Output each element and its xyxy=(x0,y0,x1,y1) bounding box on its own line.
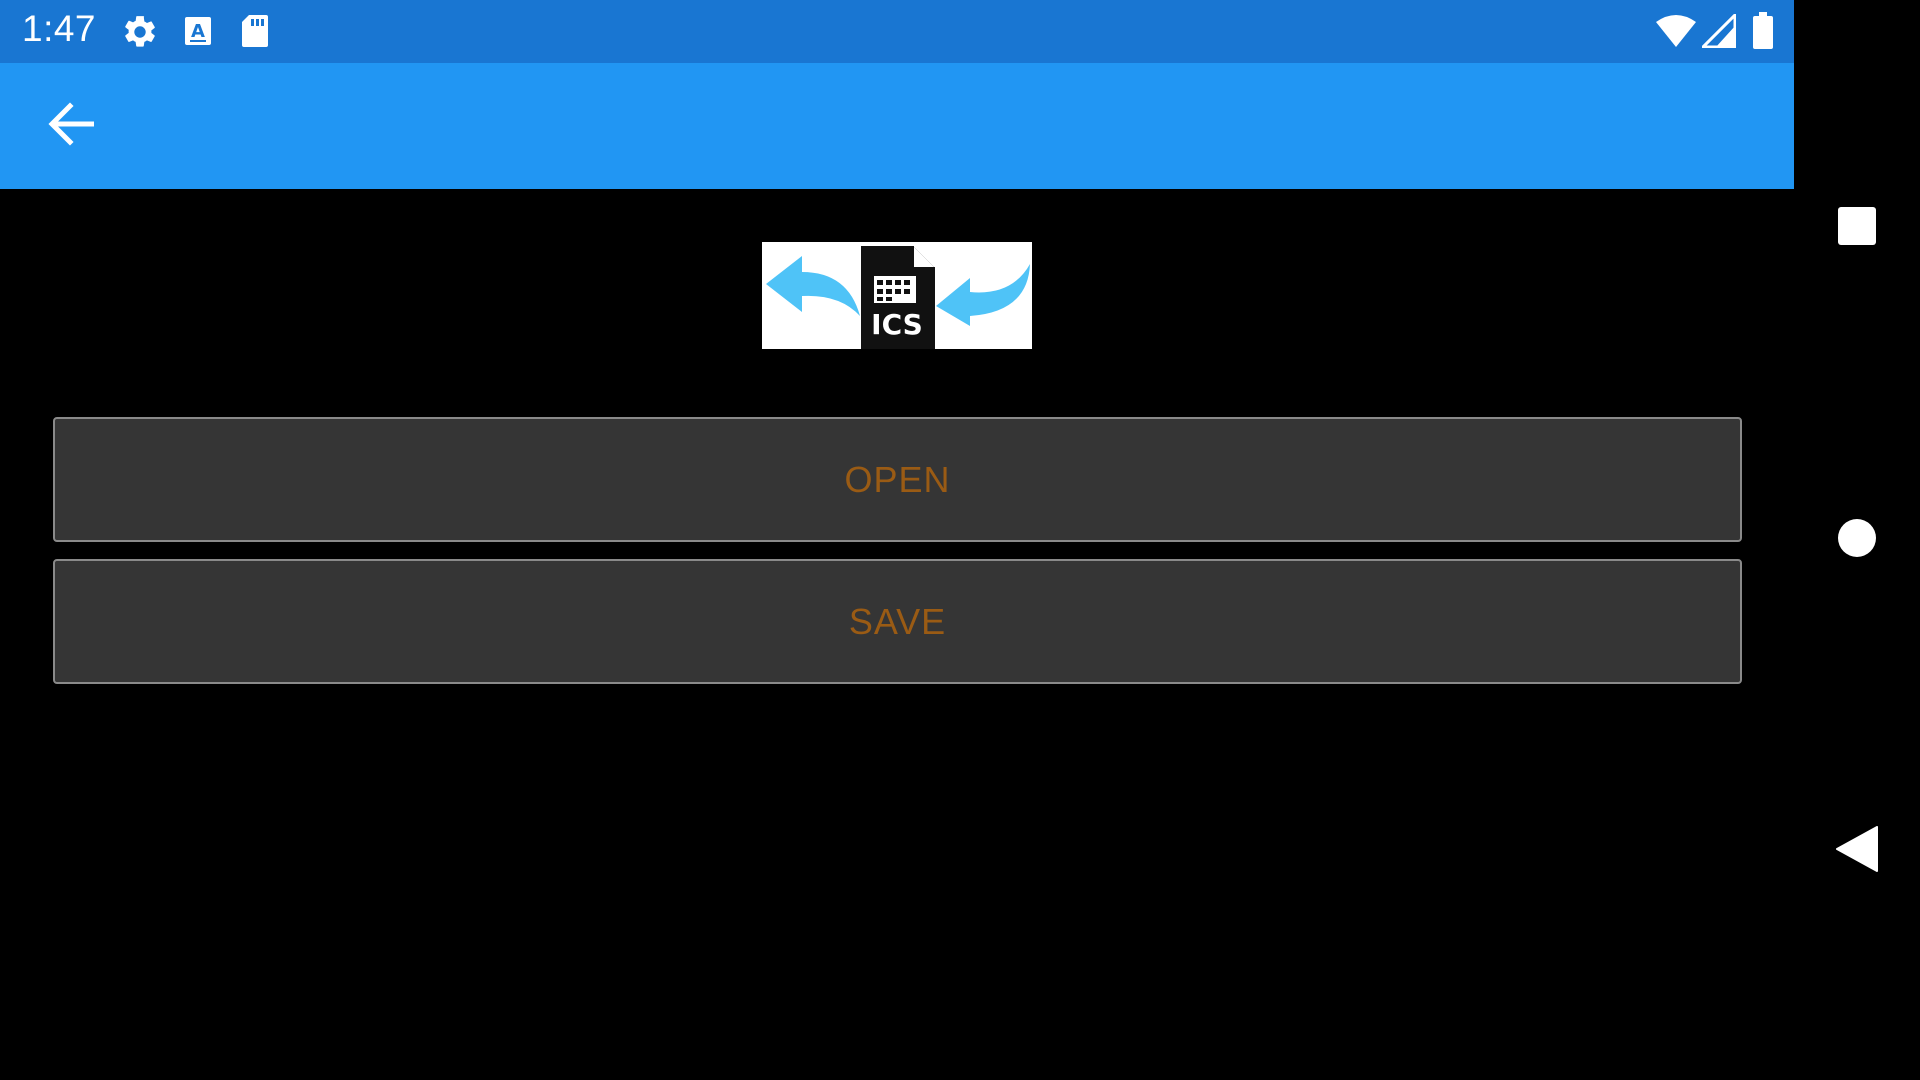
arrow-left-icon xyxy=(764,250,860,325)
text-a-icon: A xyxy=(184,16,212,51)
main-content: ICS OPEN SAVE xyxy=(0,189,1794,1080)
open-button[interactable]: OPEN xyxy=(53,417,1742,542)
nav-back-button[interactable] xyxy=(1794,791,1920,911)
recents-square-icon xyxy=(1837,206,1877,251)
navigation-bar xyxy=(1794,0,1920,1080)
wifi-icon xyxy=(1656,14,1696,53)
svg-text:A: A xyxy=(191,21,205,42)
gear-icon xyxy=(121,13,159,56)
battery-icon xyxy=(1752,12,1774,55)
status-time: 1:47 xyxy=(22,8,97,49)
app-logo: ICS xyxy=(762,242,1032,349)
home-circle-icon xyxy=(1837,518,1877,563)
back-button[interactable] xyxy=(38,99,104,153)
arrow-back-icon xyxy=(48,101,95,151)
sd-card-icon xyxy=(241,14,269,53)
arrow-in-icon xyxy=(936,260,1032,331)
home-button[interactable] xyxy=(1794,480,1920,600)
logo-caption: ICS xyxy=(871,308,923,341)
app-bar xyxy=(0,63,1794,189)
recents-button[interactable] xyxy=(1794,168,1920,288)
save-button[interactable]: SAVE xyxy=(53,559,1742,684)
status-bar: 1:47 A xyxy=(0,0,1794,63)
signal-icon xyxy=(1699,11,1737,53)
back-triangle-icon xyxy=(1836,825,1878,877)
